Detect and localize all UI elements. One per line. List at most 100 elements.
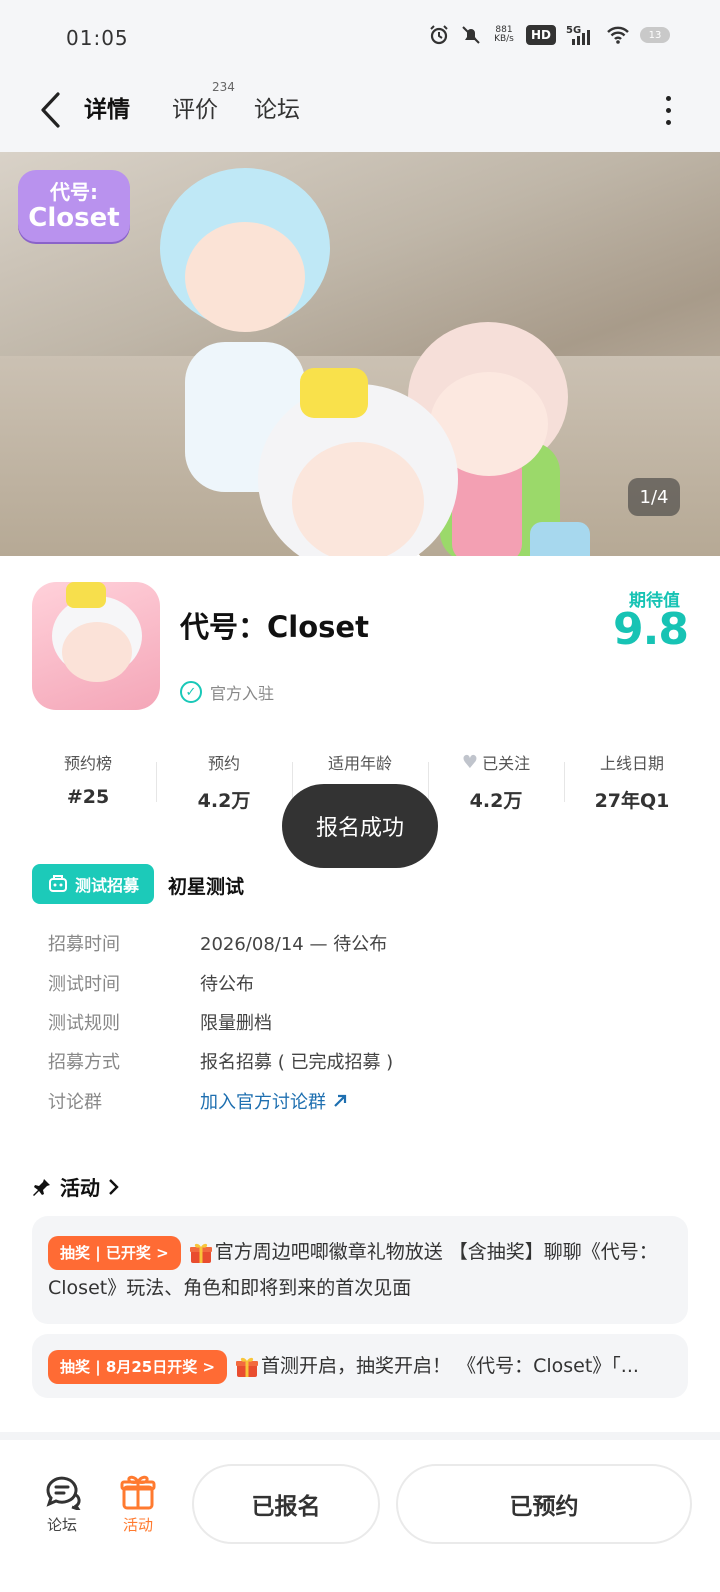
bottom-nav-forum[interactable]: 论坛 <box>34 1470 90 1535</box>
lottery-tag: 抽奖 | 已开奖 > <box>48 1235 181 1270</box>
info-row-discussion-group: 讨论群 加入官方讨论群 <box>48 1088 348 1114</box>
info-key: 招募时间 <box>48 934 120 955</box>
wifi-icon <box>606 25 630 45</box>
tab-detail-label: 详情 <box>84 97 130 123</box>
stat-value: 27年Q1 <box>594 790 670 812</box>
bottom-separator <box>0 1432 720 1440</box>
info-row-recruit-method: 招募方式 报名招募 ( 已完成招募 ) <box>48 1048 393 1074</box>
activity-label: 活动 <box>122 1516 153 1534</box>
svg-text:5G: 5G <box>566 25 581 36</box>
info-key: 测试规则 <box>48 1013 120 1034</box>
more-dot <box>665 107 671 113</box>
heart-icon: ♥ <box>461 751 479 773</box>
game-logo-line1: 代号: <box>50 180 98 204</box>
status-time: 01:05 <box>66 26 129 50</box>
verified-check-icon: ✓ <box>180 681 202 703</box>
forum-icon <box>34 1470 90 1514</box>
signed-up-button[interactable]: 已报名 <box>192 1464 380 1544</box>
test-title: 初星测试 <box>168 876 245 898</box>
status-icons: 881 KB/s HD 5G 13 <box>428 24 670 46</box>
more-dot <box>665 119 671 125</box>
top-nav: 详情 评价 234 论坛 <box>0 78 720 152</box>
toast-message: 报名成功 <box>282 784 438 868</box>
more-dot <box>665 95 671 101</box>
expect-value: 9.8 <box>613 604 689 655</box>
info-value: 待公布 <box>200 974 254 995</box>
external-link-icon <box>334 1094 347 1107</box>
net-speed: 881 KB/s <box>494 25 514 44</box>
official-badge: ✓ 官方入驻 <box>180 680 274 704</box>
tab-review-label: 评价 <box>172 97 218 123</box>
tab-forum-label: 论坛 <box>254 97 300 123</box>
more-button[interactable] <box>658 90 678 130</box>
battery-icon: 13 <box>640 27 670 43</box>
stat-label: 已关注 <box>482 754 531 773</box>
bottom-bar: 论坛 活动 已报名 已预约 <box>0 1440 720 1592</box>
gift-box-icon <box>110 1470 166 1514</box>
join-group-label: 加入官方讨论群 <box>200 1092 326 1113</box>
lottery-tag: 抽奖 | 8月25日开奖 > <box>48 1349 228 1384</box>
bottom-nav-activity[interactable]: 活动 <box>110 1470 166 1535</box>
gift-icon <box>189 1243 212 1263</box>
stat-rank[interactable]: 预约榜 #25 <box>20 740 156 820</box>
stat-value: 4.2万 <box>197 790 251 812</box>
activity-header[interactable]: 活动 <box>32 1172 120 1201</box>
character-yellow-bow <box>300 368 368 418</box>
stat-label: 预约 <box>207 754 240 773</box>
game-icon-bow <box>66 582 106 608</box>
gift-icon <box>236 1357 259 1377</box>
status-bar: 01:05 881 KB/s HD 5G 13 <box>0 0 720 78</box>
stat-reservations: 预约 4.2万 <box>156 740 292 820</box>
character-white-face <box>292 442 424 556</box>
info-row-recruit-time: 招募时间 2026/08/14 — 待公布 <box>48 930 387 956</box>
forum-label: 论坛 <box>46 1516 77 1534</box>
stat-label: 预约榜 <box>63 754 112 773</box>
blue-suitcase <box>530 522 590 556</box>
stat-follow[interactable]: ♥ 已关注 4.2万 <box>428 740 564 820</box>
signal-icon: 5G <box>566 24 596 46</box>
test-recruit-badge: 测试招募 <box>32 864 154 904</box>
game-icon <box>32 582 160 710</box>
activity-heading: 活动 <box>60 1176 100 1200</box>
alarm-icon <box>428 24 450 46</box>
stat-label: 上线日期 <box>599 754 664 773</box>
chevron-right-icon <box>109 1178 119 1195</box>
banner-page-indicator: 1/4 <box>628 478 680 516</box>
tab-review[interactable]: 评价 234 <box>172 80 235 124</box>
test-icon <box>48 875 67 892</box>
stat-follow-label-wrap: ♥ 已关注 <box>428 750 564 774</box>
tab-detail[interactable]: 详情 <box>82 90 132 124</box>
game-title: 代号：Closet <box>180 610 369 644</box>
game-icon-face <box>62 622 132 682</box>
character-blue-face <box>185 222 305 332</box>
pin-icon <box>33 1178 50 1196</box>
mute-bell-icon <box>460 24 482 46</box>
back-button[interactable] <box>30 86 70 134</box>
test-badge-label: 测试招募 <box>74 876 139 895</box>
back-arrow-icon <box>41 92 60 128</box>
stat-label: 适用年龄 <box>327 754 392 773</box>
info-key: 讨论群 <box>48 1092 102 1113</box>
reserved-button[interactable]: 已预约 <box>396 1464 692 1544</box>
join-group-link[interactable]: 加入官方讨论群 <box>200 1088 348 1114</box>
activity-card[interactable]: 抽奖 | 已开奖 > 官方周边吧唧徽章礼物放送 【含抽奖】聊聊《代号：Closet… <box>32 1216 688 1324</box>
stat-value: 4.2万 <box>469 790 523 812</box>
info-value: 报名招募 ( 已完成招募 ) <box>200 1052 394 1073</box>
activity-text: 首测开启，抽奖开启！ 《代号：Closet》「... <box>261 1355 639 1377</box>
stat-value: #25 <box>66 786 110 808</box>
info-key: 招募方式 <box>48 1052 120 1073</box>
hd-icon: HD <box>525 25 556 45</box>
review-count: 234 <box>212 80 235 94</box>
info-row-test-rule: 测试规则 限量删档 <box>48 1009 272 1035</box>
game-logo-line2: Closet <box>28 203 120 233</box>
banner-carousel[interactable]: 代号: Closet 1/4 <box>0 152 720 556</box>
official-label: 官方入驻 <box>210 684 275 703</box>
tab-forum[interactable]: 论坛 <box>254 90 300 124</box>
info-value: 2026/08/14 — 待公布 <box>200 934 388 955</box>
stat-release: 上线日期 27年Q1 <box>564 740 700 820</box>
info-key: 测试时间 <box>48 974 120 995</box>
game-logo: 代号: Closet <box>18 170 130 242</box>
info-row-test-time: 测试时间 待公布 <box>48 970 254 996</box>
info-value: 限量删档 <box>200 1013 272 1034</box>
activity-card[interactable]: 抽奖 | 8月25日开奖 > 首测开启，抽奖开启！ 《代号：Closet》「... <box>32 1334 688 1398</box>
